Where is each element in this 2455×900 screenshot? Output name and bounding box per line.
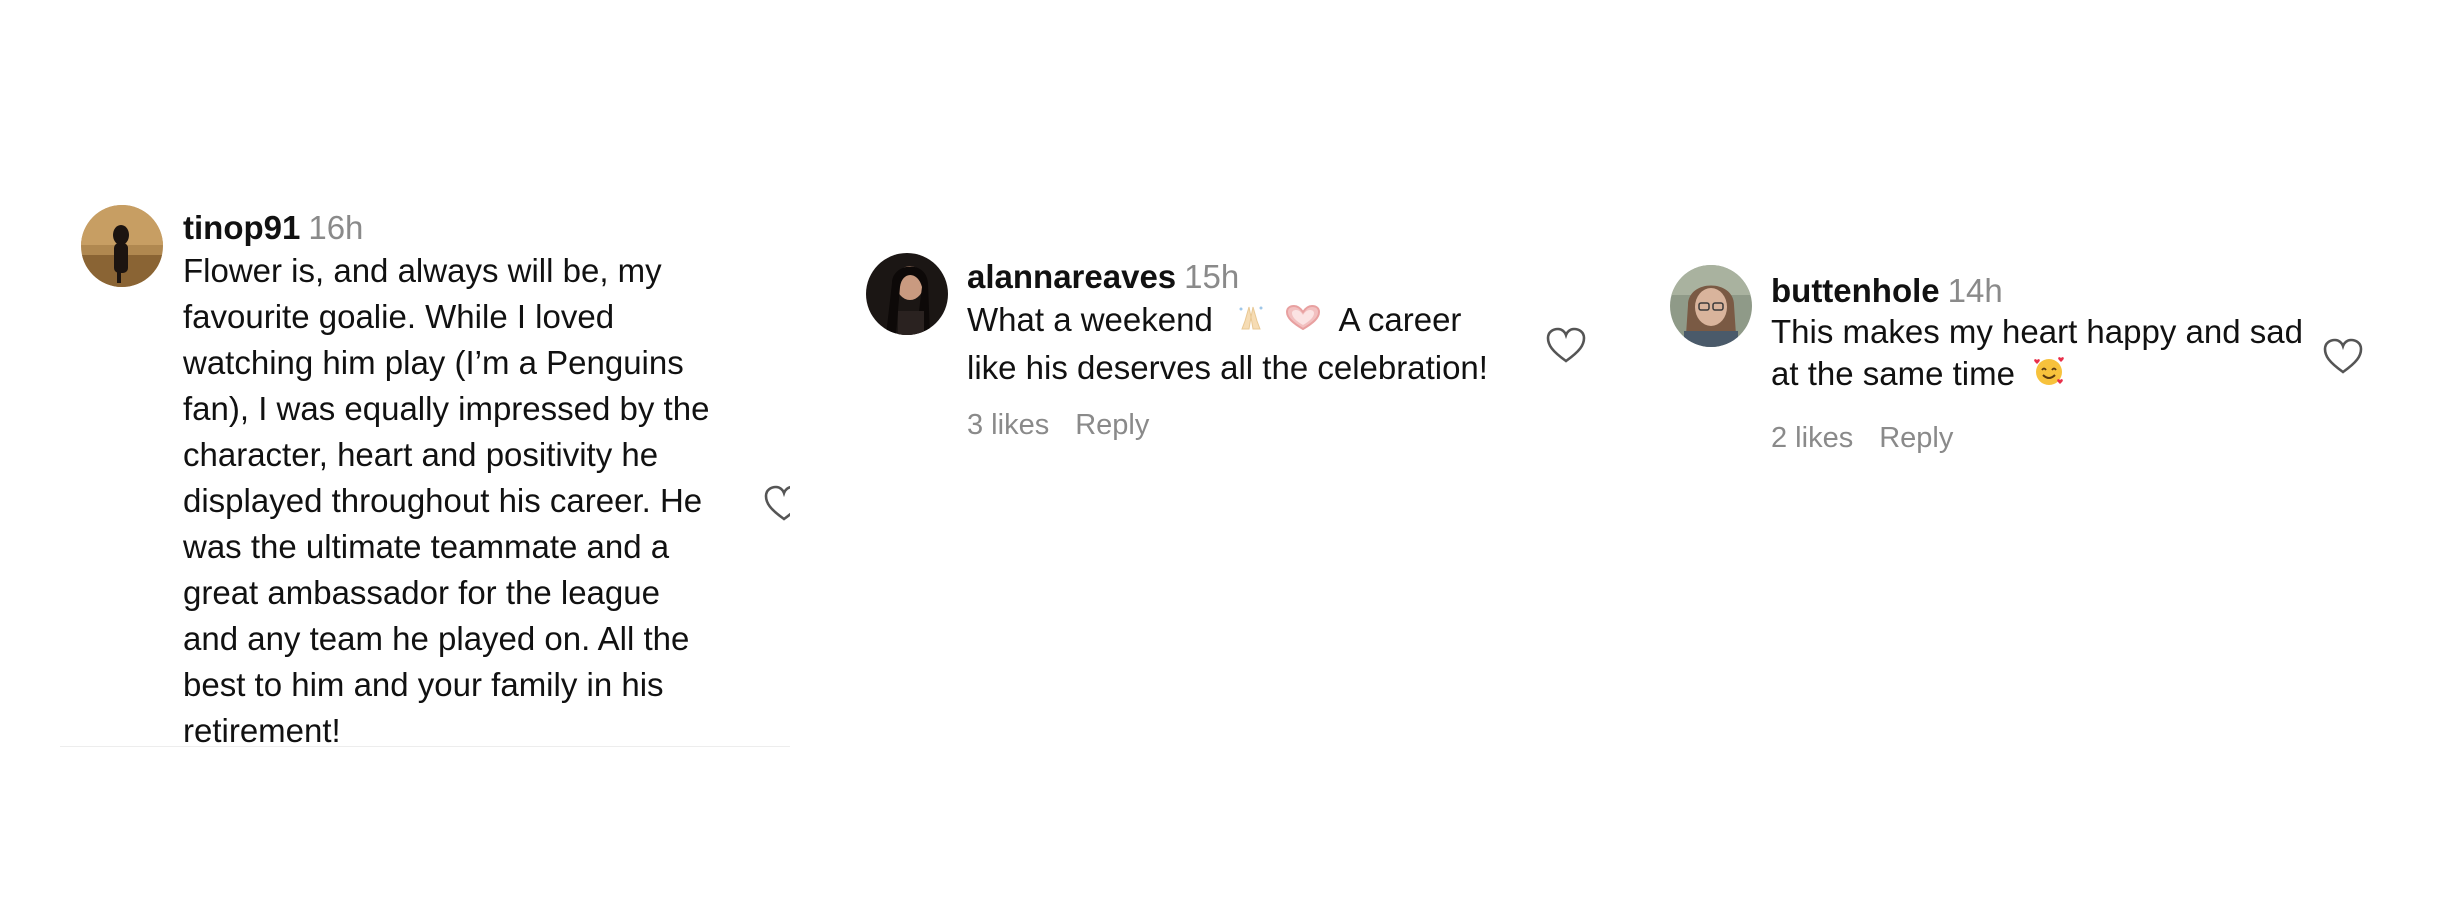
comment-line: was the ultimate teammate and a (183, 528, 670, 565)
comment-line: and any team he played on. All the (183, 620, 690, 657)
likes-count[interactable]: 2 likes (1771, 422, 1853, 454)
username[interactable]: buttenhole (1771, 272, 1940, 309)
timestamp[interactable]: 15h (1184, 258, 1239, 295)
comment-text-segment: A career (1338, 301, 1462, 338)
reply-button[interactable]: Reply (1075, 409, 1149, 441)
avatar[interactable] (1670, 265, 1752, 347)
divider (60, 746, 790, 747)
comment-line: great ambassador for the league (183, 574, 660, 611)
timestamp[interactable]: 16h (308, 209, 363, 246)
comment-actions: 3 likes Reply (967, 409, 1527, 442)
comment-line: favourite goalie. While I loved (183, 298, 615, 335)
reply-button[interactable]: Reply (1879, 422, 1953, 454)
comment-line: This makes my heart happy and sad (1771, 313, 2303, 350)
folded-hands-emoji (1236, 299, 1266, 345)
comment-actions: 2 likes Reply (1771, 422, 2331, 455)
comment-line: Flower is, and always will be, my (183, 252, 662, 289)
comment-header: alannareaves 15h (967, 257, 1527, 297)
comment-text: What a weekend A career like his deserve… (967, 297, 1527, 391)
comment-line: displayed throughout his career. He (183, 482, 703, 519)
likes-count[interactable]: 3 likes (967, 409, 1049, 441)
comment-line: at the same time (1771, 353, 2331, 398)
username[interactable]: alannareaves (967, 258, 1176, 295)
comment-header: buttenhole 14h (1771, 271, 2331, 311)
avatar[interactable] (81, 205, 163, 287)
comment-line: like his deserves all the celebration! (967, 349, 1488, 387)
avatar[interactable] (866, 253, 948, 335)
comment-line: retirement! (183, 712, 341, 749)
comment-line: character, heart and positivity he (183, 436, 659, 473)
comment-text: This makes my heart happy and sad at the… (1771, 311, 2331, 398)
username[interactable]: tinop91 (183, 209, 300, 246)
comment-line: best to him and your family in his (183, 666, 664, 703)
comment-line: What a weekend A career (967, 297, 1527, 345)
comment-line: fan), I was equally impressed by the (183, 390, 710, 427)
heart-icon[interactable] (2323, 338, 2363, 376)
comment-text: Flower is, and always will be, my favour… (183, 248, 773, 754)
timestamp[interactable]: 14h (1948, 272, 2003, 309)
smiling-face-with-hearts-emoji (2032, 354, 2066, 398)
comment-header: tinop91 16h (183, 208, 773, 248)
comment-text-segment: at the same time (1771, 355, 2015, 392)
comment-text-segment: What a weekend (967, 301, 1213, 338)
heart-icon[interactable] (764, 485, 790, 523)
heart-icon[interactable] (1546, 327, 1586, 365)
heart-hands-emoji (1283, 299, 1323, 345)
comment-line: watching him play (I’m a Penguins (183, 344, 684, 381)
